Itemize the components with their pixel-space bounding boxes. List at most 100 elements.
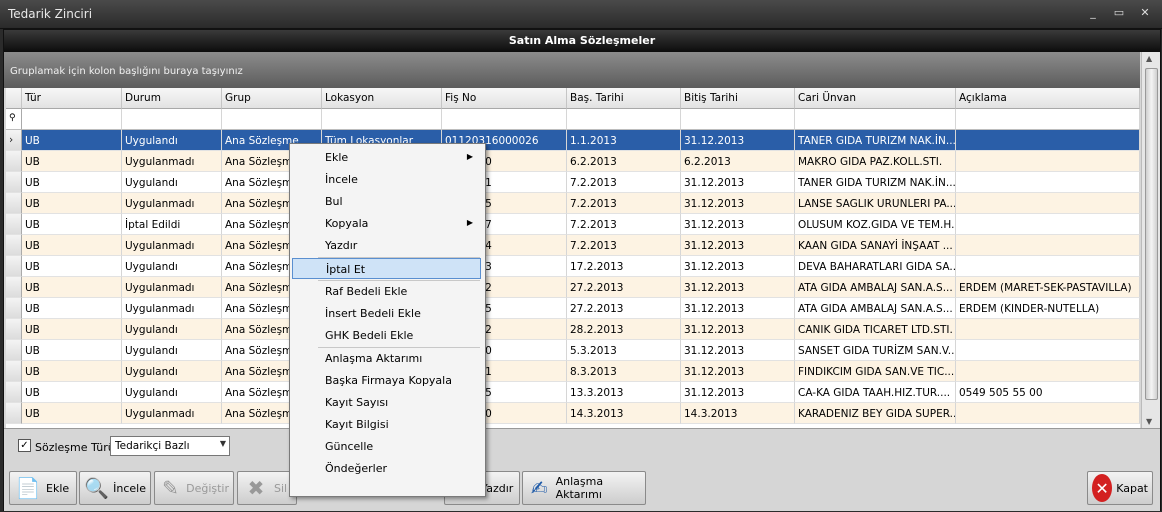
row-indicator[interactable] [6, 403, 22, 424]
filter-icon[interactable]: ⚲ [6, 109, 22, 130]
contract-type-checkbox[interactable]: ✓ [18, 439, 31, 452]
cell-bas-tarihi[interactable]: 28.2.2013 [567, 319, 681, 340]
vertical-scrollbar[interactable]: ▲ ▼ [1141, 52, 1160, 428]
filter-cell[interactable] [442, 109, 567, 130]
cell-bas-tarihi[interactable]: 7.2.2013 [567, 193, 681, 214]
cell-tur[interactable]: UB [22, 319, 122, 340]
cell-tur[interactable]: UB [22, 214, 122, 235]
filter-cell[interactable] [322, 109, 442, 130]
cell-cari-unvan[interactable]: ATA GIDA AMBALAJ SAN.A.S... [795, 298, 956, 319]
cell-bitis-tarihi[interactable]: 31.12.2013 [681, 319, 795, 340]
column-header-tur[interactable]: Tür [22, 88, 122, 109]
row-indicator[interactable] [6, 298, 22, 319]
cell-aciklama[interactable] [956, 130, 1140, 151]
table-row[interactable]: UBUygulandıAna Sözleşme280001228.2.20133… [6, 319, 1140, 340]
column-header-grup[interactable]: Grup [222, 88, 322, 109]
cell-aciklama[interactable]: ERDEM (MARET-SEK-PASTAVILLA) [956, 277, 1140, 298]
filter-cell[interactable] [681, 109, 795, 130]
row-indicator[interactable] [6, 151, 22, 172]
filter-cell[interactable] [222, 109, 322, 130]
context-menu-item[interactable]: Ekle ▶ [292, 147, 481, 168]
row-indicator[interactable] [6, 256, 22, 277]
filter-cell[interactable] [956, 109, 1140, 130]
context-menu-item[interactable]: Öndeğerler [292, 458, 481, 479]
cell-tur[interactable]: UB [22, 193, 122, 214]
filter-cell[interactable] [795, 109, 956, 130]
cell-tur[interactable]: UB [22, 340, 122, 361]
cell-tur[interactable]: UB [22, 298, 122, 319]
cell-aciklama[interactable]: ERDEM (KINDER-NUTELLA) [956, 298, 1140, 319]
cell-bitis-tarihi[interactable]: 31.12.2013 [681, 130, 795, 151]
cell-aciklama[interactable] [956, 235, 1140, 256]
cell-aciklama[interactable] [956, 340, 1140, 361]
cell-cari-unvan[interactable]: KARADENIZ BEY GIDA SUPER... [795, 403, 956, 424]
close-button[interactable]: ✕ Kapat [1087, 471, 1153, 505]
cell-bas-tarihi[interactable]: 13.3.2013 [567, 382, 681, 403]
cell-bitis-tarihi[interactable]: 31.12.2013 [681, 256, 795, 277]
table-row[interactable]: UBUygulandıAna Sözleşme07000317.2.201331… [6, 172, 1140, 193]
cell-tur[interactable]: UB [22, 130, 122, 151]
cell-bitis-tarihi[interactable]: 31.12.2013 [681, 193, 795, 214]
cell-cari-unvan[interactable]: KAAN GIDA SANAYİ İNŞAAT ... [795, 235, 956, 256]
cell-bas-tarihi[interactable]: 8.3.2013 [567, 361, 681, 382]
cell-durum[interactable]: Uygulandı [122, 361, 222, 382]
cell-tur[interactable]: UB [22, 172, 122, 193]
row-indicator[interactable] [6, 340, 22, 361]
context-menu-item[interactable]: İptal Et [292, 258, 481, 279]
context-menu-item[interactable]: Kopyala ▶ [292, 213, 481, 234]
cell-aciklama[interactable] [956, 361, 1140, 382]
cell-durum[interactable]: Uygulandı [122, 340, 222, 361]
cell-bas-tarihi[interactable]: 7.2.2013 [567, 214, 681, 235]
cell-aciklama[interactable] [956, 403, 1140, 424]
cell-durum[interactable]: Uygulandı [122, 382, 222, 403]
close-window-button[interactable]: ✕ [1136, 6, 1154, 20]
cell-durum[interactable]: Uygulandı [122, 256, 222, 277]
cell-cari-unvan[interactable]: ATA GIDA AMBALAJ SAN.A.S... [795, 277, 956, 298]
context-menu-item[interactable]: Güncelle [292, 436, 481, 457]
edit-button[interactable]: ✎ Değiştir [154, 471, 234, 505]
cell-bitis-tarihi[interactable]: 31.12.2013 [681, 298, 795, 319]
inspect-button[interactable]: 🔍 İncele [79, 471, 151, 505]
row-indicator[interactable] [6, 214, 22, 235]
context-menu-item[interactable]: Yazdır [292, 235, 481, 256]
cell-tur[interactable]: UB [22, 403, 122, 424]
cell-cari-unvan[interactable]: CA-KA GIDA TAAH.HIZ.TUR.... [795, 382, 956, 403]
context-menu-item[interactable]: İnsert Bedeli Ekle [292, 303, 481, 324]
agreement-transfer-button[interactable]: ✍ Anlaşma Aktarımı [522, 471, 646, 505]
context-menu-item[interactable]: İncele [292, 169, 481, 190]
table-row[interactable]: › UB Uygulandı Ana Sözleşme Tüm Lokasyonlar 0… [6, 130, 1140, 151]
cell-bitis-tarihi[interactable]: 31.12.2013 [681, 340, 795, 361]
cell-aciklama[interactable] [956, 172, 1140, 193]
cell-bitis-tarihi[interactable]: 31.12.2013 [681, 214, 795, 235]
table-row[interactable]: UBUygulandıAna Sözleşme05000105.3.201331… [6, 340, 1140, 361]
cell-bas-tarihi[interactable]: 27.2.2013 [567, 298, 681, 319]
cell-tur[interactable]: UB [22, 277, 122, 298]
row-indicator[interactable] [6, 382, 22, 403]
cell-bitis-tarihi[interactable]: 6.2.2013 [681, 151, 795, 172]
table-row[interactable]: UBUygulanmadıAna Sözleşme07000247.2.2013… [6, 235, 1140, 256]
cell-tur[interactable]: UB [22, 361, 122, 382]
cell-tur[interactable]: UB [22, 382, 122, 403]
row-indicator[interactable] [6, 193, 22, 214]
row-indicator[interactable] [6, 172, 22, 193]
contract-type-select[interactable]: Tedarikçi Bazlı ▼ [110, 436, 230, 456]
table-row[interactable]: UBUygulanmadıAna Sözleşme06000106.2.2013… [6, 151, 1140, 172]
cell-bitis-tarihi[interactable]: 31.12.2013 [681, 172, 795, 193]
cell-cari-unvan[interactable]: DEVA BAHARATLARI GIDA SA... [795, 256, 956, 277]
cell-aciklama[interactable] [956, 151, 1140, 172]
cell-bas-tarihi[interactable]: 17.2.2013 [567, 256, 681, 277]
table-row[interactable]: UBUygulanmadıAna Sözleşme07000557.2.2013… [6, 193, 1140, 214]
cell-durum[interactable]: Uygulanmadı [122, 235, 222, 256]
cell-bitis-tarihi[interactable]: 14.3.2013 [681, 403, 795, 424]
column-header-cari-unvan[interactable]: Cari Ünvan [795, 88, 956, 109]
table-row[interactable]: UBİptal EdildiAna Sözleşme07000177.2.201… [6, 214, 1140, 235]
cell-durum[interactable]: Uygulandı [122, 130, 222, 151]
group-panel[interactable]: Gruplamak için kolon başlığını buraya ta… [4, 52, 1140, 88]
row-indicator[interactable] [6, 361, 22, 382]
cell-cari-unvan[interactable]: LANSE SAGLIK URUNLERI PA... [795, 193, 956, 214]
table-row[interactable]: UBUygulanmadıAna Sözleşme140002014.3.201… [6, 403, 1140, 424]
column-header-aciklama[interactable]: Açıklama [956, 88, 1140, 109]
chevron-down-icon[interactable]: ▼ [220, 439, 226, 448]
cell-tur[interactable]: UB [22, 256, 122, 277]
cell-tur[interactable]: UB [22, 235, 122, 256]
